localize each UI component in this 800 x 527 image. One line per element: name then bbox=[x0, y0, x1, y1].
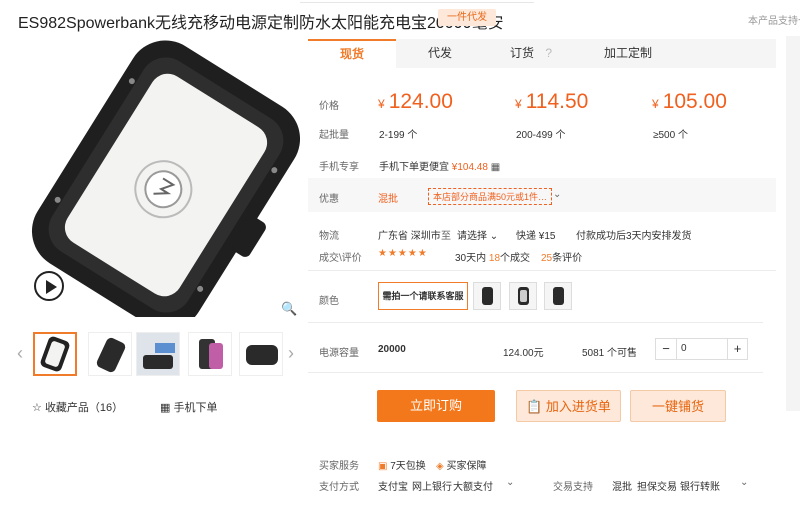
qty-tier-3: ≥500 个 bbox=[653, 130, 688, 141]
trade-support-label: 交易支持 bbox=[553, 482, 593, 493]
coupon-tag[interactable]: 本店部分商品满50元或1件… bbox=[428, 188, 553, 205]
thumbnail[interactable] bbox=[33, 332, 77, 376]
payment-label: 支付方式 bbox=[319, 482, 359, 493]
add-to-cart-button[interactable]: 📋 加入进货单 bbox=[516, 390, 621, 422]
chevron-down-icon[interactable]: ⌄ bbox=[553, 189, 561, 200]
rating-stars: ★★★★★ bbox=[378, 248, 428, 259]
to-word: 至 bbox=[441, 231, 451, 242]
qty-tier-1: 2-199 个 bbox=[379, 130, 418, 141]
side-panel-edge bbox=[786, 36, 800, 411]
play-video-button[interactable] bbox=[34, 271, 64, 301]
color-option[interactable] bbox=[544, 282, 572, 310]
price-label: 价格 bbox=[319, 101, 339, 112]
tab-in-stock[interactable]: 现货 bbox=[308, 39, 396, 68]
payment-alipay: 支付宝 bbox=[378, 482, 408, 493]
mobile-deal-label: 手机专享 bbox=[319, 162, 359, 173]
service-protection[interactable]: ◈ 买家保障 bbox=[436, 457, 486, 472]
capacity-value: 20000 bbox=[378, 344, 406, 355]
purchase-mode-tabs: 现货 代发 订货 ? 加工定制 bbox=[308, 39, 776, 68]
zoom-icon[interactable]: 🔍 bbox=[281, 301, 297, 317]
top-divider bbox=[300, 0, 534, 3]
thumbnail[interactable] bbox=[88, 332, 132, 376]
tab-dropship[interactable]: 代发 bbox=[396, 39, 484, 68]
review-count[interactable]: 25条评价 bbox=[541, 249, 582, 264]
color-option[interactable] bbox=[509, 282, 537, 310]
quantity-input[interactable]: 0 bbox=[677, 339, 727, 359]
price-tier-3: ¥105.00 bbox=[652, 90, 727, 113]
quantity-stepper: − 0 + bbox=[655, 338, 748, 360]
top-right-note: 本产品支持七 bbox=[748, 16, 800, 27]
mixed-batch-tag: 混批 bbox=[378, 194, 398, 205]
favorite-button[interactable]: ☆ 收藏产品（16） bbox=[32, 399, 123, 415]
trade-escrow: 担保交易 bbox=[637, 482, 677, 493]
deals-label: 成交\评价 bbox=[319, 253, 362, 264]
thumbnail[interactable] bbox=[239, 332, 283, 376]
color-option-contact[interactable]: 需拍一个请联系客服 bbox=[378, 282, 468, 310]
divider bbox=[308, 270, 776, 271]
sku-stock: 5081 个可售 bbox=[582, 348, 638, 359]
destination-select[interactable]: 请选择 ⌄ bbox=[457, 227, 498, 242]
star-outline-icon: ☆ bbox=[32, 402, 42, 414]
product-title: ES982Spowerbank无线充移动电源定制防水太阳能充电宝20000毫安 bbox=[18, 15, 504, 32]
qty-tier-2: 200-499 个 bbox=[516, 130, 566, 141]
mobile-order-button[interactable]: ▦ 手机下单 bbox=[160, 399, 217, 415]
ship-from: 广东省 深圳市 bbox=[378, 231, 441, 242]
min-qty-label: 起批量 bbox=[319, 130, 349, 141]
divider bbox=[308, 322, 763, 323]
payment-large: 大额支付 bbox=[453, 482, 493, 493]
chevron-down-icon[interactable]: ⌄ bbox=[506, 477, 514, 488]
logistics-label: 物流 bbox=[319, 231, 339, 242]
exchange-icon: ▣ bbox=[378, 461, 388, 472]
help-circle-icon: ? bbox=[545, 46, 553, 60]
qr-code-icon: ▦ bbox=[490, 162, 501, 173]
express-fee: 快递 ¥15 bbox=[516, 231, 556, 242]
minus-button[interactable]: − bbox=[656, 339, 677, 359]
service-exchange[interactable]: ▣ 7天包换 bbox=[378, 457, 426, 472]
price-tier-1: ¥124.00 bbox=[378, 90, 453, 113]
color-label: 颜色 bbox=[319, 296, 339, 307]
plus-button[interactable]: + bbox=[727, 339, 747, 359]
chevron-right-icon[interactable]: › bbox=[288, 343, 294, 364]
chevron-down-icon: ⌄ bbox=[489, 231, 499, 242]
payment-bank: 网上银行 bbox=[412, 482, 452, 493]
qr-code-icon: ▦ bbox=[160, 402, 171, 414]
shipping-note: 付款成功后3天内安排发货 bbox=[576, 231, 692, 242]
clipboard-icon: 📋 bbox=[526, 399, 543, 414]
shield-icon: ◈ bbox=[436, 461, 444, 472]
trade-mixed: 混批 bbox=[612, 482, 632, 493]
thumbnail[interactable] bbox=[136, 332, 180, 376]
mobile-deal-text: 手机下单更便宜 ¥104.48 ▦ bbox=[379, 162, 501, 173]
promo-label: 优惠 bbox=[319, 194, 339, 205]
color-option[interactable] bbox=[473, 282, 501, 310]
tab-order[interactable]: 订货 ? bbox=[484, 39, 578, 68]
chevron-left-icon[interactable]: ‹ bbox=[17, 343, 23, 364]
chevron-down-icon[interactable]: ⌄ bbox=[740, 477, 748, 488]
thumbnail[interactable] bbox=[188, 332, 232, 376]
tab-custom[interactable]: 加工定制 bbox=[578, 39, 678, 68]
sku-price: 124.00元 bbox=[503, 348, 544, 359]
price-tier-2: ¥114.50 bbox=[515, 90, 589, 113]
buy-now-button[interactable]: 立即订购 bbox=[377, 390, 495, 422]
dropship-badge: 一件代发 bbox=[438, 9, 496, 26]
divider bbox=[308, 372, 763, 373]
deal-count: 30天内 18个成交 bbox=[455, 253, 531, 264]
capacity-label: 电源容量 bbox=[319, 348, 359, 359]
trade-transfer: 银行转账 bbox=[680, 482, 720, 493]
buyer-service-label: 买家服务 bbox=[319, 461, 359, 472]
one-click-dropship-button[interactable]: 一键铺货 bbox=[630, 390, 726, 422]
